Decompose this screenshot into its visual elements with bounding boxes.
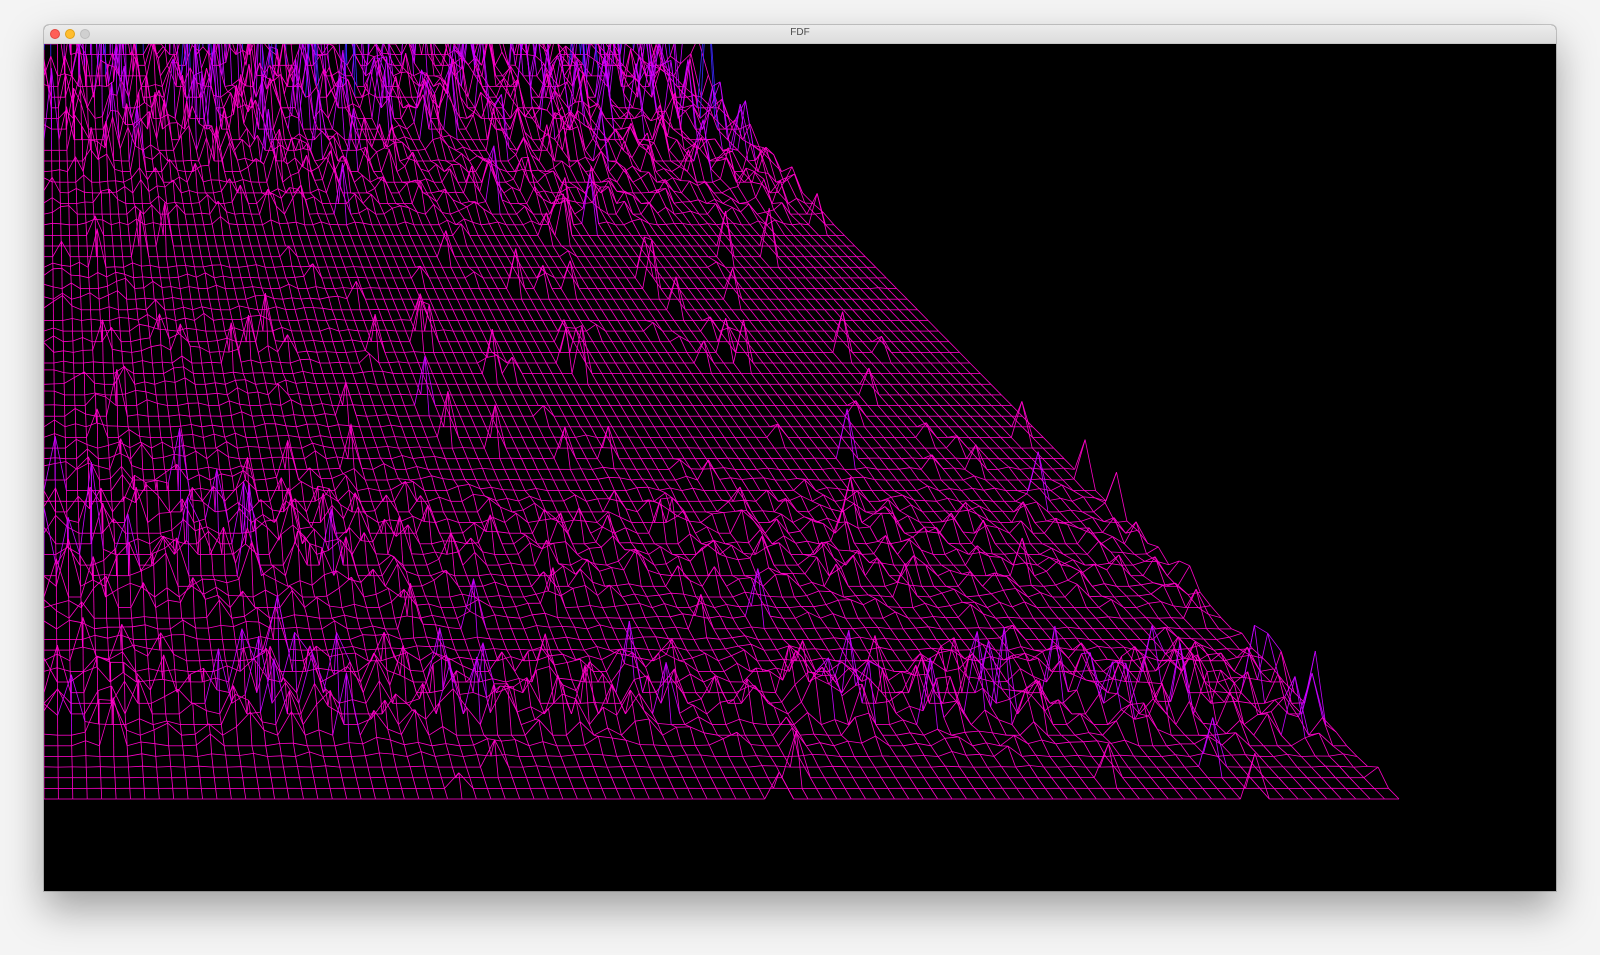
wireframe-render	[44, 44, 1400, 800]
title-bar[interactable]: FDF	[44, 25, 1556, 44]
wireframe-mesh	[44, 44, 1400, 800]
fdf-window: FDF	[44, 25, 1556, 891]
wireframe-canvas[interactable]	[44, 44, 1556, 891]
window-title: FDF	[790, 27, 810, 38]
